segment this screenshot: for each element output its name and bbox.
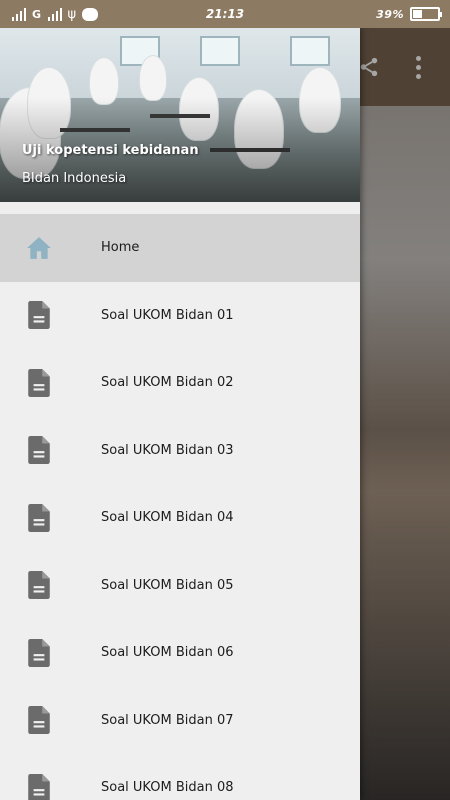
menu-item-soal-01[interactable]: Soal UKOM Bidan 01 <box>0 282 360 350</box>
document-icon <box>26 706 52 735</box>
usb-icon: ψ <box>67 6 77 22</box>
menu-item-soal-03[interactable]: Soal UKOM Bidan 03 <box>0 417 360 485</box>
menu-item-label: Soal UKOM Bidan 03 <box>101 442 234 458</box>
menu-item-label: Soal UKOM Bidan 04 <box>101 510 234 526</box>
navigation-drawer: Uji kopetensi kebidanan BIdan Indonesia … <box>0 28 360 800</box>
home-icon <box>26 235 52 261</box>
document-icon <box>26 571 52 600</box>
menu-item-soal-08[interactable]: Soal UKOM Bidan 08 <box>0 754 360 800</box>
messenger-icon <box>82 7 99 21</box>
status-bar: G ψ 21:13 39% ⚡ <box>0 0 450 28</box>
menu-item-label: Soal UKOM Bidan 08 <box>101 780 234 796</box>
menu-item-label: Soal UKOM Bidan 02 <box>101 375 234 391</box>
signal-icon-2 <box>47 7 62 21</box>
drawer-header-title: Uji kopetensi kebidanan <box>22 143 199 158</box>
document-icon <box>26 368 52 397</box>
drawer-header: Uji kopetensi kebidanan BIdan Indonesia <box>0 28 360 202</box>
drawer-header-subtitle: BIdan Indonesia <box>22 171 127 186</box>
menu-item-label: Home <box>101 240 140 256</box>
menu-item-soal-02[interactable]: Soal UKOM Bidan 02 <box>0 349 360 417</box>
document-icon <box>26 436 52 465</box>
drawer-menu: Home Soal UKOM Bidan 01 Soal UKOM Bidan … <box>0 214 360 800</box>
document-icon <box>26 773 52 800</box>
document-icon <box>26 638 52 667</box>
signal-icon <box>12 7 26 21</box>
document-icon <box>26 503 52 532</box>
menu-item-home[interactable]: Home <box>0 214 360 282</box>
charging-icon: ⚡ <box>421 8 429 20</box>
menu-item-label: Soal UKOM Bidan 01 <box>101 307 234 323</box>
menu-item-label: Soal UKOM Bidan 06 <box>101 645 234 661</box>
menu-item-soal-06[interactable]: Soal UKOM Bidan 06 <box>0 619 360 687</box>
battery-percent: 39% <box>376 7 404 21</box>
menu-item-soal-05[interactable]: Soal UKOM Bidan 05 <box>0 552 360 620</box>
menu-item-soal-04[interactable]: Soal UKOM Bidan 04 <box>0 484 360 552</box>
battery-icon: ⚡ <box>410 7 442 21</box>
network-type: G <box>32 7 42 21</box>
menu-item-label: Soal UKOM Bidan 07 <box>101 712 234 728</box>
menu-item-label: Soal UKOM Bidan 05 <box>101 577 234 593</box>
document-icon <box>26 301 52 330</box>
menu-item-soal-07[interactable]: Soal UKOM Bidan 07 <box>0 687 360 755</box>
